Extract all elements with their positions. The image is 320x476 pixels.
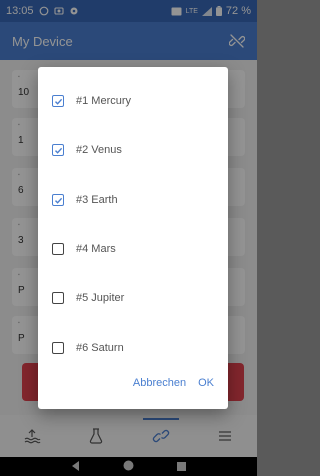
option-mercury[interactable]: #1 Mercury (52, 90, 212, 112)
option-label: #1 Mercury (76, 95, 132, 107)
option-earth[interactable]: #3 Earth (52, 189, 212, 211)
option-label: #3 Earth (76, 194, 118, 206)
checkmark-icon (54, 147, 62, 154)
cancel-button[interactable]: Abbrechen (133, 377, 186, 389)
checkbox[interactable] (52, 292, 64, 304)
option-mars[interactable]: #4 Mars (52, 238, 212, 260)
checkbox[interactable] (52, 95, 64, 107)
option-saturn[interactable]: #6 Saturn (52, 337, 212, 359)
checkbox[interactable] (52, 194, 64, 206)
option-label: #6 Saturn (76, 342, 124, 354)
checkmark-icon (54, 197, 62, 204)
checkmark-icon (54, 98, 62, 105)
checkbox[interactable] (52, 342, 64, 354)
dialog-actions: Abbrechen OK (133, 377, 214, 389)
option-label: #5 Jupiter (76, 292, 125, 304)
option-label: #2 Venus (76, 144, 122, 156)
ok-button[interactable]: OK (198, 377, 214, 389)
checkbox[interactable] (52, 144, 64, 156)
option-label: #4 Mars (76, 243, 116, 255)
app-screen: 13:05 LTE 72 % My Device ▪ 10 ▪ 1 ▪ 6 ▪ … (0, 0, 257, 476)
option-jupiter[interactable]: #5 Jupiter (52, 287, 212, 309)
option-venus[interactable]: #2 Venus (52, 139, 212, 161)
checkbox[interactable] (52, 243, 64, 255)
planet-select-dialog: #1 Mercury #2 Venus #3 Earth #4 Mars #5 (38, 67, 228, 409)
